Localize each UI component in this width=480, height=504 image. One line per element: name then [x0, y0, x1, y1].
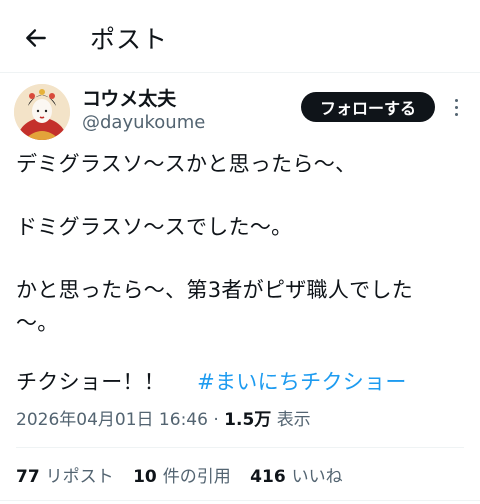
tweet-text-line: 〜。 — [16, 311, 59, 335]
author-display-name[interactable]: コウメ太夫 — [82, 84, 176, 111]
tweet-text: チクショー！！ — [16, 370, 166, 394]
tweet-text-line: かと思ったら〜、第3者がピザ職人でした — [16, 278, 414, 302]
more-vertical-icon — [454, 98, 458, 102]
tweet-meta: 2026年04月01日 16:46 · 1.5万 表示 — [16, 405, 311, 430]
more-options-button[interactable] — [446, 94, 466, 120]
follow-button[interactable]: フォローする — [301, 92, 435, 122]
divider — [0, 500, 480, 501]
view-count: 1.5万 — [224, 410, 272, 430]
hashtag-link[interactable]: #まいにちチクショー — [197, 370, 407, 394]
arrow-left-icon — [26, 29, 46, 47]
view-label: 表示 — [276, 410, 311, 430]
tweet-text-line: デミグラスソ〜スかと思ったら〜、 — [16, 152, 357, 176]
meta-separator: · — [213, 410, 219, 430]
timestamp[interactable]: 2026年04月01日 16:46 — [16, 410, 208, 430]
top-bar: ポスト — [0, 0, 480, 73]
page-title: ポスト — [90, 25, 169, 54]
reposts-stat[interactable]: 77 リポスト — [16, 462, 114, 487]
tweet-text-line: ドミグラスソ〜スでした〜。 — [16, 215, 293, 239]
engagement-stats: 77 リポスト 10 件の引用 416 いいね — [16, 462, 357, 487]
divider — [16, 447, 464, 448]
avatar[interactable] — [14, 84, 70, 140]
back-button[interactable] — [20, 22, 52, 54]
author-handle[interactable]: @dayukoume — [82, 112, 205, 133]
tweet-text-line: チクショー！！ #まいにちチクショー — [16, 368, 407, 396]
likes-stat[interactable]: 416 いいね — [250, 462, 343, 487]
quotes-stat[interactable]: 10 件の引用 — [133, 462, 231, 487]
